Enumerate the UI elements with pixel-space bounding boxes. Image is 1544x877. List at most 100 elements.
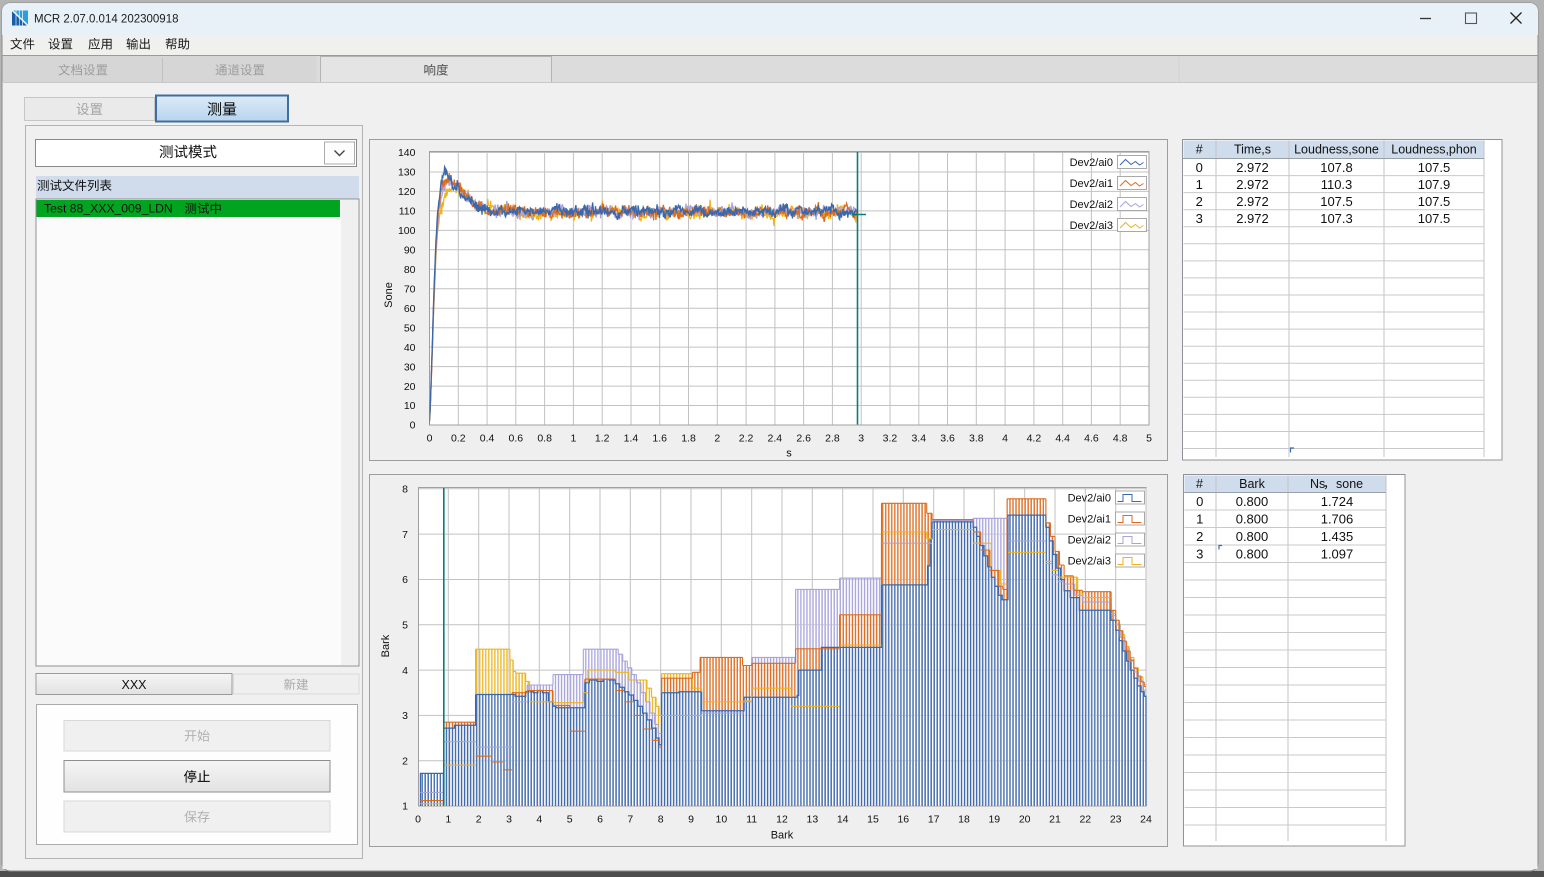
svg-text:0.800: 0.800 [1236, 494, 1269, 509]
svg-text:Dev2/ai3: Dev2/ai3 [1068, 555, 1111, 567]
svg-text:107.8: 107.8 [1320, 160, 1353, 175]
svg-text:2.972: 2.972 [1236, 160, 1269, 175]
svg-text:0.800: 0.800 [1236, 547, 1269, 562]
svg-text:14: 14 [837, 814, 849, 826]
svg-text:Dev2/ai3: Dev2/ai3 [1070, 220, 1113, 232]
svg-text:107.5: 107.5 [1418, 194, 1451, 209]
svg-text:1: 1 [445, 814, 451, 826]
svg-text:Dev2/ai1: Dev2/ai1 [1070, 178, 1113, 190]
svg-text:0: 0 [415, 814, 421, 826]
svg-text:70: 70 [404, 283, 416, 295]
svg-text:Loudness,sone: Loudness,sone [1294, 143, 1379, 157]
svg-text:2.972: 2.972 [1236, 211, 1269, 226]
svg-text:0: 0 [1196, 494, 1203, 509]
svg-text:Time,s: Time,s [1234, 143, 1271, 157]
svg-text:MCR 2.07.0.014 202300918: MCR 2.07.0.014 202300918 [34, 14, 179, 26]
svg-text:4.6: 4.6 [1084, 433, 1099, 445]
svg-text:0.8: 0.8 [537, 433, 552, 445]
svg-text:13: 13 [806, 814, 818, 826]
svg-text:22: 22 [1079, 814, 1091, 826]
svg-text:6: 6 [597, 814, 603, 826]
svg-text:1: 1 [402, 801, 408, 813]
svg-text:6: 6 [402, 574, 408, 586]
svg-text:20: 20 [1019, 814, 1031, 826]
svg-text:20: 20 [404, 381, 416, 393]
svg-text:110.3: 110.3 [1321, 177, 1353, 192]
svg-text:Loudness,phon: Loudness,phon [1391, 143, 1477, 157]
svg-text:1.8: 1.8 [681, 433, 696, 445]
svg-text:1.435: 1.435 [1321, 529, 1354, 544]
svg-text:s: s [786, 448, 792, 460]
svg-text:3: 3 [402, 710, 408, 722]
svg-text:1.2: 1.2 [595, 433, 610, 445]
svg-text:16: 16 [897, 814, 909, 826]
svg-text:3: 3 [858, 433, 864, 445]
svg-text:2.4: 2.4 [768, 433, 783, 445]
svg-text:2.6: 2.6 [796, 433, 811, 445]
svg-text:90: 90 [404, 245, 416, 257]
svg-text:Ns: Ns [1310, 477, 1325, 491]
svg-text:19: 19 [988, 814, 1000, 826]
svg-text:107.5: 107.5 [1418, 211, 1451, 226]
svg-text:130: 130 [398, 167, 416, 179]
svg-text:11: 11 [746, 814, 757, 826]
svg-text:21: 21 [1049, 814, 1061, 826]
svg-text:Dev2/ai1: Dev2/ai1 [1068, 513, 1111, 525]
svg-text:3.6: 3.6 [940, 433, 955, 445]
svg-text:23: 23 [1110, 814, 1122, 826]
svg-text:7: 7 [627, 814, 633, 826]
svg-text:2: 2 [1196, 529, 1203, 544]
svg-text:100: 100 [398, 225, 416, 237]
svg-text:1.706: 1.706 [1321, 512, 1354, 527]
svg-text:Bark: Bark [1239, 477, 1265, 491]
svg-text:0.6: 0.6 [509, 433, 524, 445]
svg-text:3: 3 [506, 814, 512, 826]
svg-text:40: 40 [404, 342, 416, 354]
svg-text:107.3: 107.3 [1320, 211, 1353, 226]
svg-text:80: 80 [404, 264, 416, 276]
svg-text:Dev2/ai2: Dev2/ai2 [1070, 199, 1113, 211]
svg-text:3.8: 3.8 [969, 433, 984, 445]
svg-text:120: 120 [398, 186, 416, 198]
svg-text:17: 17 [928, 814, 940, 826]
svg-text:4.2: 4.2 [1027, 433, 1042, 445]
svg-text:0.4: 0.4 [480, 433, 495, 445]
svg-text:XXX: XXX [121, 678, 147, 692]
svg-text:#: # [1196, 143, 1203, 157]
svg-text:8: 8 [658, 814, 664, 826]
svg-text:2: 2 [476, 814, 482, 826]
svg-text:8: 8 [402, 484, 408, 496]
svg-text:107.9: 107.9 [1418, 177, 1451, 192]
svg-text:12: 12 [776, 814, 788, 826]
svg-text:4: 4 [402, 665, 408, 677]
svg-text:3: 3 [1196, 211, 1203, 226]
svg-text:4.4: 4.4 [1055, 433, 1070, 445]
svg-text:2.972: 2.972 [1236, 194, 1269, 209]
svg-text:1.097: 1.097 [1321, 547, 1354, 562]
svg-text:18: 18 [958, 814, 970, 826]
svg-text:Test 88_XXX_009_LDN: Test 88_XXX_009_LDN [44, 202, 173, 216]
svg-text:5: 5 [402, 619, 408, 631]
svg-text:30: 30 [404, 361, 416, 373]
svg-text:3.2: 3.2 [883, 433, 898, 445]
svg-text:24: 24 [1140, 814, 1152, 826]
svg-text:Dev2/ai0: Dev2/ai0 [1068, 492, 1111, 504]
svg-text:60: 60 [404, 303, 416, 315]
svg-text:2: 2 [1196, 194, 1203, 209]
svg-text:Bark: Bark [771, 830, 794, 842]
svg-text:4: 4 [1002, 433, 1008, 445]
svg-text:1: 1 [570, 433, 576, 445]
svg-text:1: 1 [1196, 512, 1203, 527]
svg-text:110: 110 [399, 206, 416, 218]
svg-text:5: 5 [567, 814, 573, 826]
svg-text:Bark: Bark [380, 634, 392, 657]
svg-text:107.5: 107.5 [1320, 194, 1353, 209]
svg-text:1.6: 1.6 [652, 433, 667, 445]
svg-text:7: 7 [402, 529, 408, 541]
svg-text:0: 0 [1196, 160, 1203, 175]
svg-text:1: 1 [1196, 177, 1203, 192]
svg-text:4: 4 [536, 814, 542, 826]
svg-text:Sone: Sone [383, 282, 395, 308]
svg-text:3: 3 [1196, 547, 1203, 562]
svg-text:1.724: 1.724 [1321, 494, 1354, 509]
